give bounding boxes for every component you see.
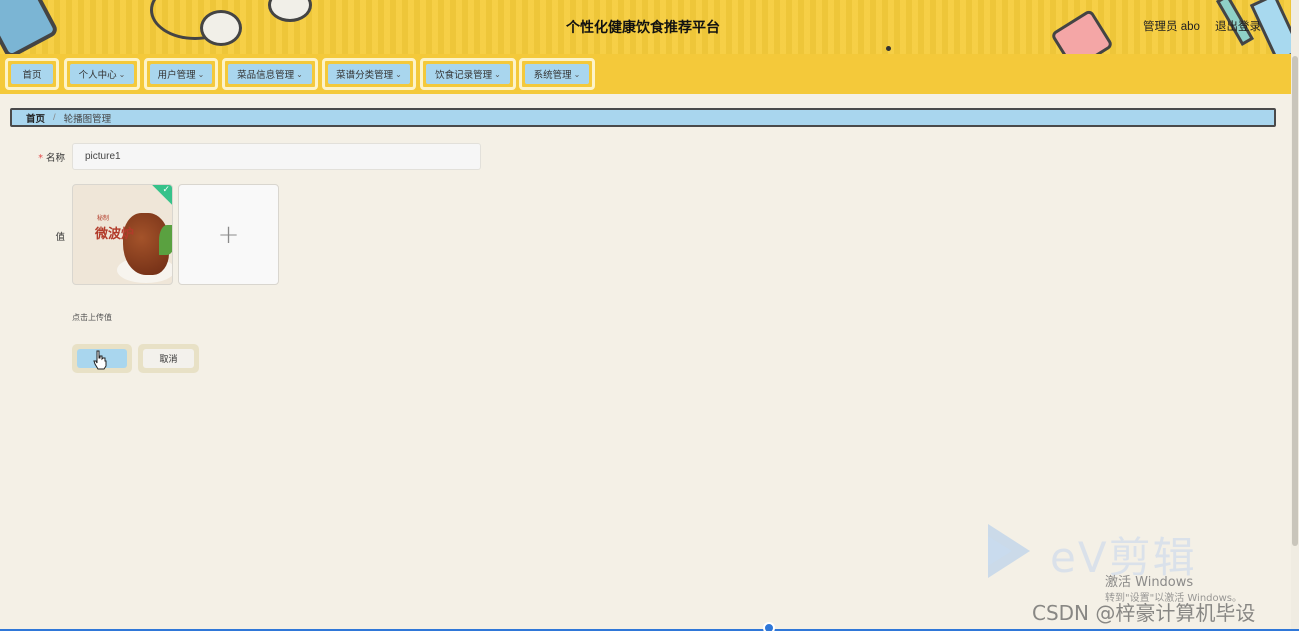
nav-item-dish-info[interactable]: 菜品信息管理 ⌄ xyxy=(222,58,318,90)
breadcrumb-current: 轮播图管理 xyxy=(63,113,112,125)
thumbnail-caption-large: 微波炉 xyxy=(95,227,135,242)
uploaded-image-thumbnail[interactable]: 秘制 微波炉 ✓ xyxy=(72,184,173,285)
breadcrumb: 首页 / 轮播图管理 xyxy=(10,108,1276,127)
chevron-down-icon: ⌄ xyxy=(395,69,402,79)
chevron-down-icon: ⌄ xyxy=(118,69,126,79)
thumbnail-caption-small: 秘制 xyxy=(97,215,110,222)
decorative-dot xyxy=(886,46,891,51)
ev-logo-icon xyxy=(988,524,1030,578)
chevron-down-icon: ⌄ xyxy=(494,69,501,79)
nav-item-label: 饮食记录管理 xyxy=(435,70,493,81)
breadcrumb-home[interactable]: 首页 xyxy=(26,111,45,125)
main-nav: 首页 个人中心 ⌄ 用户管理 ⌄ 菜品信息管理 ⌄ 菜谱分类管理 ⌄ 饮食记录管理 ⌄ 系… xyxy=(0,54,1291,94)
chevron-down-icon: ⌄ xyxy=(296,69,303,79)
nav-item-recipe-category[interactable]: 菜谱分类管理 ⌄ xyxy=(322,58,416,90)
nav-item-home[interactable]: 首页 xyxy=(5,58,59,90)
leaf-graphic xyxy=(159,225,172,255)
nav-item-label: 菜谱分类管理 xyxy=(336,70,394,81)
top-header: 个性化健康饮食推荐平台 管理员 abo 退出登录 xyxy=(0,0,1299,54)
plus-icon: + xyxy=(217,219,240,250)
site-title: 个性化健康饮食推荐平台 xyxy=(566,20,720,36)
name-label-text: 名称 xyxy=(45,153,65,164)
nav-item-user-management[interactable]: 用户管理 ⌄ xyxy=(144,58,218,90)
check-icon: ✓ xyxy=(162,185,170,195)
nav-item-label: 个人中心 xyxy=(78,70,117,81)
upload-hint: 点击上传值 xyxy=(72,313,112,322)
csdn-watermark: CSDN @梓豪计算机毕设 xyxy=(1032,601,1256,625)
nav-item-label: 系统管理 xyxy=(533,70,572,81)
chevron-down-icon: ⌄ xyxy=(573,69,581,79)
nav-item-personal-center[interactable]: 个人中心 ⌄ xyxy=(64,58,140,90)
value-label: 值 xyxy=(55,232,65,243)
scrollbar-thumb[interactable] xyxy=(1292,56,1298,546)
name-label: * 名称 xyxy=(30,150,65,164)
nav-item-label: 首页 xyxy=(22,70,42,81)
breadcrumb-separator: / xyxy=(53,112,56,123)
windows-activation-title: 激活 Windows xyxy=(1105,575,1194,590)
nav-item-label: 菜品信息管理 xyxy=(237,70,295,81)
chevron-down-icon: ⌄ xyxy=(197,69,205,79)
nav-item-diet-record[interactable]: 饮食记录管理 ⌄ xyxy=(420,58,516,90)
name-input[interactable] xyxy=(72,143,481,170)
progress-handle[interactable] xyxy=(763,622,775,631)
logout-link[interactable]: 退出登录 xyxy=(1215,18,1261,34)
cancel-button[interactable]: 取消 xyxy=(138,344,199,373)
nav-item-system[interactable]: 系统管理 ⌄ xyxy=(519,58,595,90)
hand-cursor-icon xyxy=(93,350,107,370)
vertical-scrollbar[interactable] xyxy=(1291,0,1299,631)
nav-item-label: 用户管理 xyxy=(157,70,196,81)
upload-image-button[interactable]: + xyxy=(178,184,279,285)
cancel-button-label: 取消 xyxy=(159,355,178,365)
current-user-label: 管理员 abo xyxy=(1143,21,1200,33)
required-mark: * xyxy=(38,153,43,164)
